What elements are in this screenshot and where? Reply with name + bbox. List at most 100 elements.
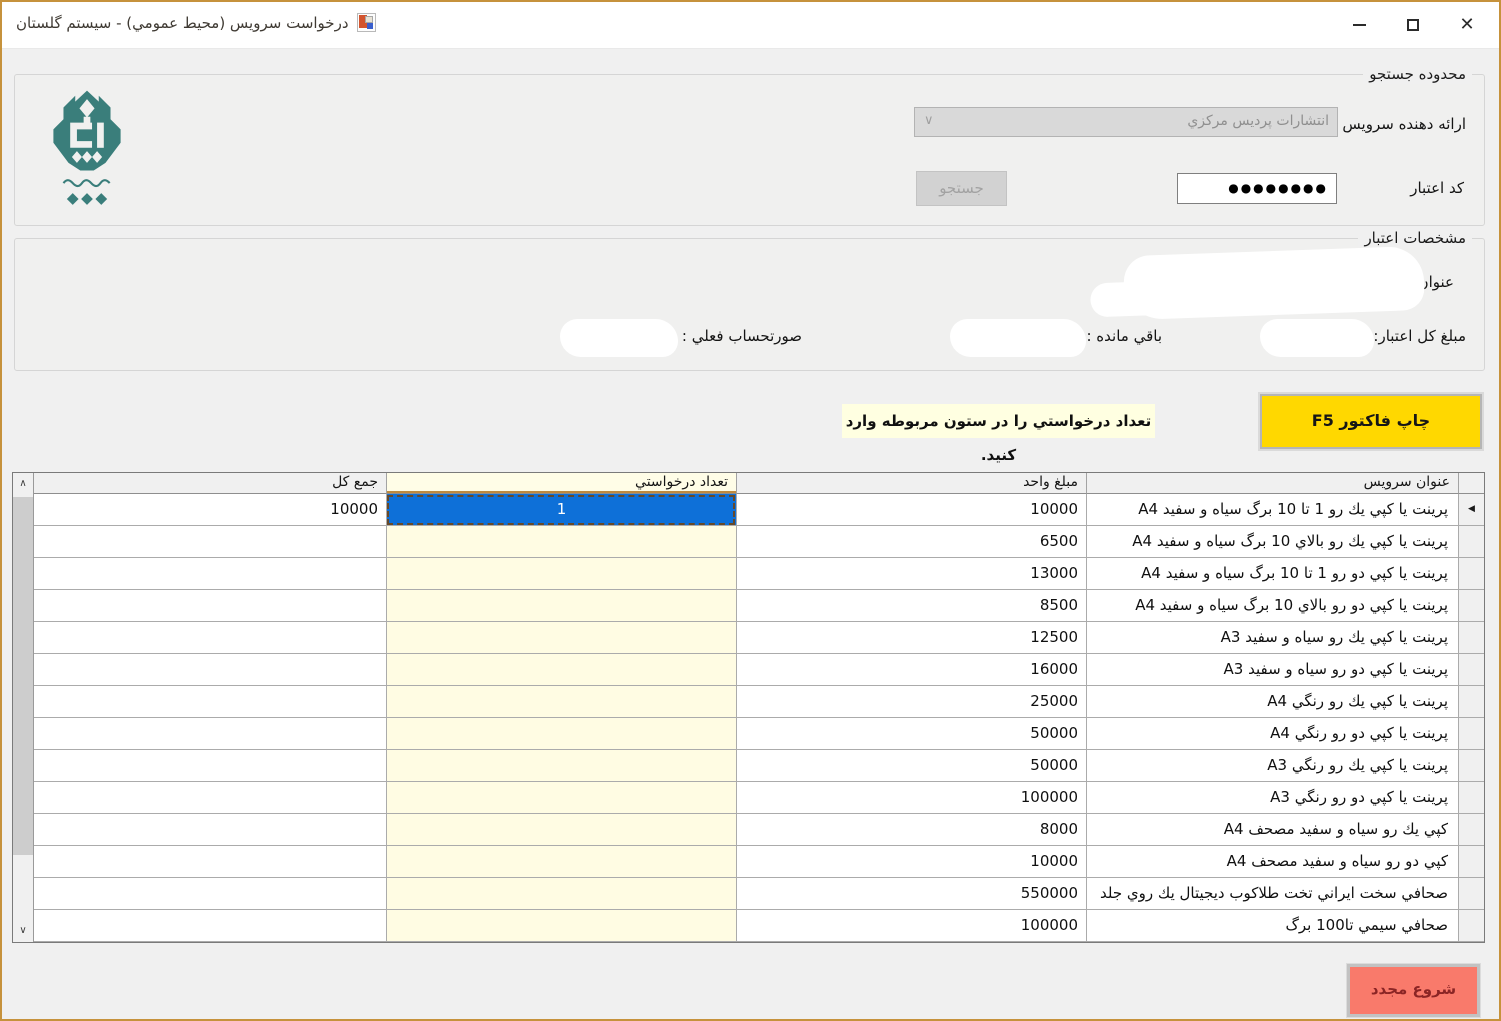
service-cell[interactable]: كپي دو رو سياه و سفيد مصحف A4: [1086, 846, 1458, 878]
unit-price-cell[interactable]: 8000: [736, 814, 1086, 846]
total-cell[interactable]: [34, 590, 386, 622]
qty-cell[interactable]: [386, 878, 736, 910]
total-cell[interactable]: [34, 622, 386, 654]
total-cell[interactable]: [34, 782, 386, 814]
unit-price-cell[interactable]: 8500: [736, 590, 1086, 622]
chevron-down-icon: ∨: [924, 113, 934, 128]
table-row: كپي يك رو سياه و سفيد مصحف A4 8000: [34, 814, 1484, 846]
scroll-up-icon[interactable]: ∧: [13, 477, 33, 491]
maximize-button[interactable]: [1401, 11, 1425, 39]
row-header-cell[interactable]: [1458, 878, 1484, 910]
credit-code-label: كد اعتبار: [1410, 179, 1464, 197]
row-header-cell[interactable]: [1458, 654, 1484, 686]
qty-cell[interactable]: [386, 910, 736, 942]
unit-price-cell[interactable]: 6500: [736, 526, 1086, 558]
total-cell[interactable]: [34, 526, 386, 558]
close-icon: ✕: [1459, 16, 1474, 34]
unit-price-cell[interactable]: 12500: [736, 622, 1086, 654]
row-header-cell[interactable]: [1458, 910, 1484, 942]
qty-cell[interactable]: [386, 782, 736, 814]
unit-price-cell[interactable]: 16000: [736, 654, 1086, 686]
row-header-cell[interactable]: [1458, 622, 1484, 654]
service-column-header[interactable]: عنوان سرويس: [1086, 473, 1458, 494]
service-cell[interactable]: پرينت يا كپي يك رو بالاي 10 برگ سياه و س…: [1086, 526, 1458, 558]
total-cell[interactable]: 10000: [34, 494, 386, 526]
total-cell[interactable]: [34, 814, 386, 846]
unit-price-cell[interactable]: 10000: [736, 494, 1086, 526]
service-cell[interactable]: پرينت يا كپي دو رو 1 تا 10 برگ سياه و سف…: [1086, 558, 1458, 590]
row-header-cell[interactable]: [1458, 590, 1484, 622]
service-cell[interactable]: پرينت يا كپي يك رو رنگي A4: [1086, 686, 1458, 718]
qty-cell[interactable]: [386, 814, 736, 846]
unit-price-cell[interactable]: 10000: [736, 846, 1086, 878]
table-row: پرينت يا كپي دو رو رنگي A3 100000: [34, 782, 1484, 814]
service-cell[interactable]: پرينت يا كپي دو رو رنگي A4: [1086, 718, 1458, 750]
row-header-cell[interactable]: [1458, 718, 1484, 750]
total-cell[interactable]: [34, 558, 386, 590]
unit-price-cell[interactable]: 550000: [736, 878, 1086, 910]
credit-code-input[interactable]: ●●●●●●●●: [1177, 173, 1337, 204]
qty-cell[interactable]: 1: [386, 494, 736, 526]
credit-total-label: مبلغ كل اعتبار:: [1373, 327, 1466, 345]
qty-cell[interactable]: [386, 590, 736, 622]
qty-cell[interactable]: [386, 558, 736, 590]
scrollbar-thumb[interactable]: [13, 497, 33, 855]
table-row: پرينت يا كپي يك رو رنگي A3 50000: [34, 750, 1484, 782]
unit-price-cell[interactable]: 50000: [736, 718, 1086, 750]
total-column-header[interactable]: جمع كل: [34, 473, 386, 494]
title-bar: درخواست سرويس (محيط عمومي) - سيستم گلستا…: [2, 2, 1499, 49]
service-cell[interactable]: پرينت يا كپي يك رو سياه و سفيد A3: [1086, 622, 1458, 654]
search-button[interactable]: جستجو: [916, 171, 1007, 206]
scroll-down-icon[interactable]: ∨: [13, 924, 33, 938]
table-row: پرينت يا كپي يك رو سياه و سفيد A3 12500: [34, 622, 1484, 654]
print-invoice-button[interactable]: چاپ فاكتور F5: [1260, 394, 1482, 449]
quantity-hint: تعداد درخواستي را در ستون مربوطه وارد كن…: [842, 404, 1155, 438]
qty-cell[interactable]: [386, 750, 736, 782]
unit-price-cell[interactable]: 50000: [736, 750, 1086, 782]
service-cell[interactable]: صحافي سخت ايراني تخت طلاكوب ديجيتال يك ر…: [1086, 878, 1458, 910]
row-header-cell[interactable]: [1458, 814, 1484, 846]
row-header-cell[interactable]: [1458, 846, 1484, 878]
qty-cell[interactable]: [386, 686, 736, 718]
service-provider-dropdown[interactable]: انتشارات پرديس مركزي ∨: [914, 107, 1338, 137]
row-header-cell[interactable]: [1458, 686, 1484, 718]
restart-button[interactable]: شروع مجدد: [1347, 964, 1480, 1017]
row-header-cell[interactable]: [1458, 782, 1484, 814]
unit-price-cell[interactable]: 100000: [736, 782, 1086, 814]
total-cell[interactable]: [34, 846, 386, 878]
qty-cell[interactable]: [386, 654, 736, 686]
minimize-button[interactable]: [1347, 11, 1371, 39]
redacted-remaining-value: [950, 319, 1086, 357]
total-cell[interactable]: [34, 654, 386, 686]
total-cell[interactable]: [34, 910, 386, 942]
service-cell[interactable]: كپي يك رو سياه و سفيد مصحف A4: [1086, 814, 1458, 846]
unit-price-column-header[interactable]: مبلغ واحد: [736, 473, 1086, 494]
service-cell[interactable]: صحافي سيمي تا100 برگ: [1086, 910, 1458, 942]
qty-cell[interactable]: [386, 846, 736, 878]
redacted-credit-total-value: [1260, 319, 1374, 357]
qty-cell[interactable]: [386, 526, 736, 558]
unit-price-cell[interactable]: 25000: [736, 686, 1086, 718]
service-cell[interactable]: پرينت يا كپي دو رو سياه و سفيد A3: [1086, 654, 1458, 686]
unit-price-cell[interactable]: 100000: [736, 910, 1086, 942]
service-cell[interactable]: پرينت يا كپي يك رو رنگي A3: [1086, 750, 1458, 782]
qty-column-header[interactable]: تعداد درخواستي: [386, 473, 736, 494]
service-cell[interactable]: پرينت يا كپي يك رو 1 تا 10 برگ سياه و سف…: [1086, 494, 1458, 526]
service-cell[interactable]: پرينت يا كپي دو رو بالاي 10 برگ سياه و س…: [1086, 590, 1458, 622]
row-header-cell[interactable]: [1458, 558, 1484, 590]
total-cell[interactable]: [34, 686, 386, 718]
vertical-scrollbar[interactable]: ∧ ∨: [13, 473, 34, 942]
service-cell[interactable]: پرينت يا كپي دو رو رنگي A3: [1086, 782, 1458, 814]
total-cell[interactable]: [34, 718, 386, 750]
unit-price-cell[interactable]: 13000: [736, 558, 1086, 590]
row-header-cell[interactable]: [1458, 526, 1484, 558]
qty-cell[interactable]: [386, 622, 736, 654]
row-header-cell[interactable]: [1458, 750, 1484, 782]
search-scope-groupbox: محدوده جستجو ارائه دهنده سرويس انتشارات …: [14, 74, 1485, 226]
row-header-cell[interactable]: ◀: [1458, 494, 1484, 526]
total-cell[interactable]: [34, 878, 386, 910]
qty-cell[interactable]: [386, 718, 736, 750]
total-cell[interactable]: [34, 750, 386, 782]
table-header-row: عنوان سرويس مبلغ واحد تعداد درخواستي جمع…: [34, 473, 1484, 494]
close-button[interactable]: ✕: [1455, 11, 1479, 39]
